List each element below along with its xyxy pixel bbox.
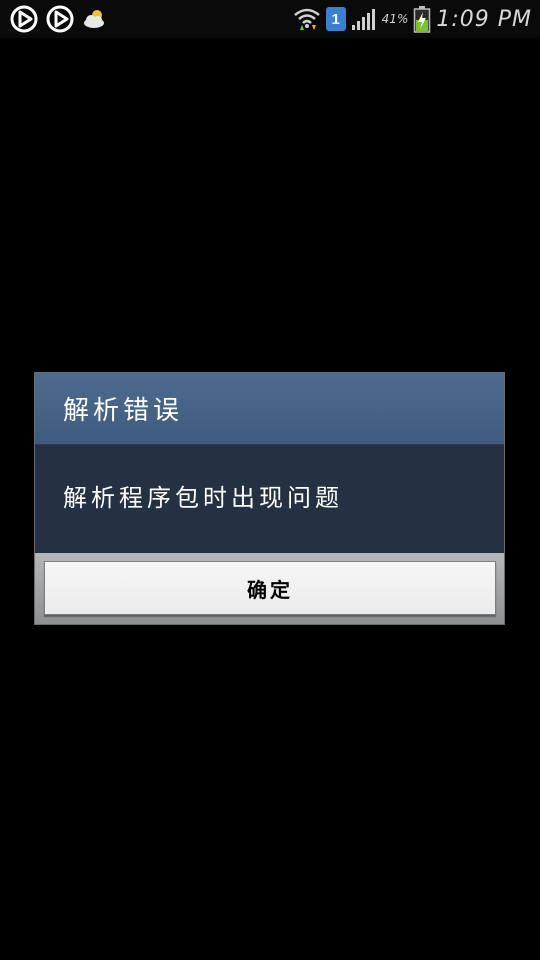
weather-icon [82,8,108,30]
signal-icon [351,7,377,31]
dialog-title: 解析错误 [63,396,184,426]
ok-button-label: 确定 [247,577,293,602]
dialog-message: 解析程序包时出现问题 [63,483,343,512]
dialog-body: 解析程序包时出现问题 [35,445,504,553]
status-bar: 1 41% 1:09 PM [0,0,540,38]
dialog-title-bar: 解析错误 [35,373,504,445]
ok-button[interactable]: 确定 [44,561,496,615]
screen: 1 41% 1:09 PM 解析错误 解析程序包时出现问题 确定 [0,0,540,960]
dialog-button-area: 确定 [35,553,504,624]
status-time: 1:09 PM [436,6,532,32]
status-left-icons [10,5,116,33]
play-store-icon [46,5,74,33]
wifi-icon [293,6,321,32]
status-right-icons: 1 41% 1:09 PM [288,5,532,33]
notification-badge-icon: 1 [325,7,346,31]
battery-charging-icon [413,5,431,33]
battery-percent: 41% [381,12,409,26]
error-dialog: 解析错误 解析程序包时出现问题 确定 [34,372,505,625]
play-store-icon [10,5,38,33]
